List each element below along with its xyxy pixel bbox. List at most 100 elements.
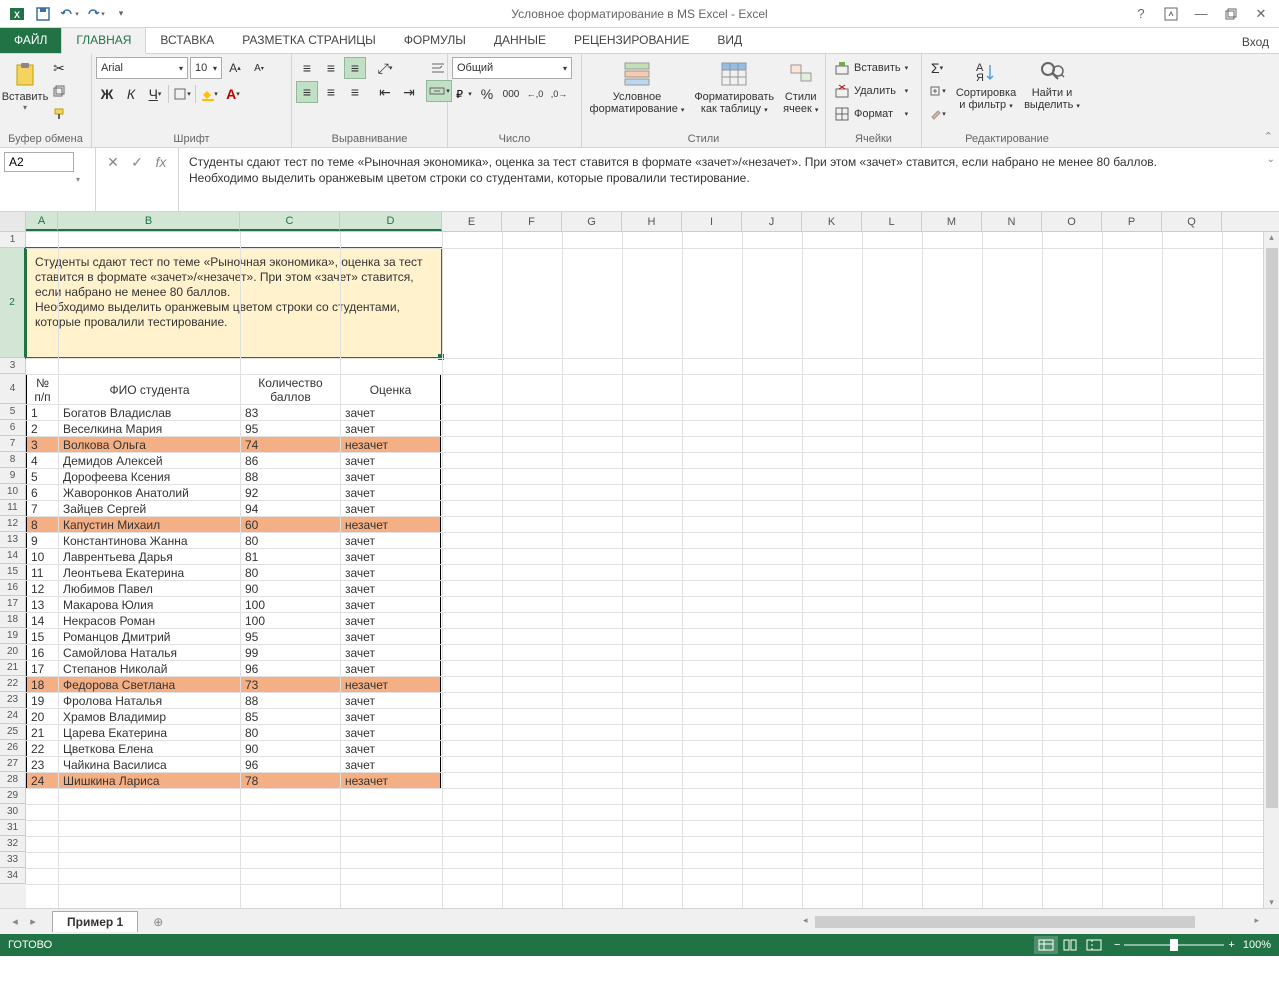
horizontal-scrollbar[interactable]: ◂ ▸ (801, 914, 1261, 930)
sort-filter-button[interactable]: AЯ Сортировка и фильтр ▾ (954, 57, 1018, 113)
zoom-thumb[interactable] (1170, 939, 1178, 951)
page-break-view-icon[interactable] (1082, 936, 1106, 954)
row-header[interactable]: 5 (0, 404, 26, 420)
zoom-level[interactable]: 100% (1243, 939, 1271, 951)
row-header[interactable]: 25 (0, 724, 26, 740)
row-header[interactable]: 16 (0, 580, 26, 596)
row-header[interactable]: 28 (0, 772, 26, 788)
table-row[interactable]: 1Богатов Владислав83зачет (27, 405, 441, 421)
collapse-ribbon-icon[interactable]: ⌃ (1264, 130, 1273, 143)
table-row[interactable]: 7Зайцев Сергей94зачет (27, 501, 441, 517)
accounting-icon[interactable]: ₽▾ (452, 83, 474, 105)
column-header[interactable]: D (340, 212, 442, 231)
tab-pagelayout[interactable]: РАЗМЕТКА СТРАНИЦЫ (228, 28, 390, 53)
row-header[interactable]: 20 (0, 644, 26, 660)
clear-icon[interactable]: ▾ (926, 103, 948, 125)
vertical-scrollbar[interactable]: ▴ ▾ (1263, 232, 1279, 908)
copy-icon[interactable] (48, 80, 70, 102)
row-header[interactable]: 30 (0, 804, 26, 820)
row-header[interactable]: 23 (0, 692, 26, 708)
table-row[interactable]: 24Шишкина Лариса78незачет (27, 773, 441, 789)
column-header[interactable]: F (502, 212, 562, 231)
format-painter-icon[interactable] (48, 103, 70, 125)
sheet-nav-next-icon[interactable]: ▸ (24, 912, 42, 932)
column-header[interactable]: P (1102, 212, 1162, 231)
thousands-icon[interactable]: 000 (500, 83, 522, 105)
signin-link[interactable]: Вход (1232, 31, 1279, 53)
table-row[interactable]: 18Федорова Светлана73незачет (27, 677, 441, 693)
row-header[interactable]: 24 (0, 708, 26, 724)
qat-customize-icon[interactable]: ▾ (110, 3, 132, 25)
format-as-table-button[interactable]: Форматировать как таблицу ▾ (690, 57, 779, 117)
row-header[interactable]: 22 (0, 676, 26, 692)
row-header[interactable]: 29 (0, 788, 26, 804)
excel-icon[interactable]: X (6, 3, 28, 25)
table-row[interactable]: 10Лаврентьева Дарья81зачет (27, 549, 441, 565)
column-header[interactable]: K (802, 212, 862, 231)
formula-bar-expand-icon[interactable]: ⌄ (1267, 152, 1275, 168)
table-row[interactable]: 5Дорофеева Ксения88зачет (27, 469, 441, 485)
row-header[interactable]: 27 (0, 756, 26, 772)
name-box-input[interactable] (4, 152, 74, 172)
page-layout-view-icon[interactable] (1058, 936, 1082, 954)
vertical-scrollbar-thumb[interactable] (1266, 248, 1278, 808)
table-row[interactable]: 17Степанов Николай96зачет (27, 661, 441, 677)
align-right-icon[interactable]: ≡ (344, 81, 366, 103)
row-header[interactable]: 9 (0, 468, 26, 484)
formula-content[interactable]: Студенты сдают тест по теме «Рыночная эк… (179, 148, 1279, 211)
row-header[interactable]: 26 (0, 740, 26, 756)
cells-area[interactable]: Студенты сдают тест по теме «Рыночная эк… (26, 232, 1279, 908)
row-header[interactable]: 10 (0, 484, 26, 500)
row-header[interactable]: 8 (0, 452, 26, 468)
cut-icon[interactable]: ✂ (48, 57, 70, 79)
align-center-icon[interactable]: ≡ (320, 81, 342, 103)
close-icon[interactable]: ✕ (1247, 3, 1275, 25)
task-description-cell[interactable]: Студенты сдают тест по теме «Рыночная эк… (26, 248, 442, 358)
row-header[interactable]: 32 (0, 836, 26, 852)
paste-button[interactable]: Вставить ▾ (4, 57, 46, 127)
sheet-nav-prev-icon[interactable]: ◂ (6, 912, 24, 932)
row-header[interactable]: 17 (0, 596, 26, 612)
row-header[interactable]: 21 (0, 660, 26, 676)
row-header[interactable]: 1 (0, 232, 26, 248)
align-middle-icon[interactable]: ≡ (320, 57, 342, 79)
autosum-icon[interactable]: Σ▾ (926, 57, 948, 79)
increase-font-icon[interactable]: A▴ (224, 57, 246, 79)
column-header[interactable]: Q (1162, 212, 1222, 231)
table-row[interactable]: 11Леонтьева Екатерина80зачет (27, 565, 441, 581)
row-header[interactable]: 3 (0, 358, 26, 374)
column-header[interactable]: I (682, 212, 742, 231)
column-header[interactable]: C (240, 212, 340, 231)
row-header[interactable]: 6 (0, 420, 26, 436)
insert-function-icon[interactable]: fx (150, 152, 172, 172)
tab-file[interactable]: ФАЙЛ (0, 28, 61, 53)
zoom-in-icon[interactable]: + (1228, 939, 1234, 951)
format-cells-button[interactable]: Формат ▾ (830, 103, 912, 125)
table-row[interactable]: 8Капустин Михаил60незачет (27, 517, 441, 533)
find-select-button[interactable]: Найти и выделить ▾ (1020, 57, 1084, 113)
normal-view-icon[interactable] (1034, 936, 1058, 954)
row-header[interactable]: 15 (0, 564, 26, 580)
tab-insert[interactable]: ВСТАВКА (146, 28, 228, 53)
table-row[interactable]: 15Романцов Дмитрий95зачет (27, 629, 441, 645)
row-header[interactable]: 33 (0, 852, 26, 868)
column-header[interactable]: E (442, 212, 502, 231)
redo-icon[interactable]: ▾ (84, 3, 106, 25)
align-left-icon[interactable]: ≡ (296, 81, 318, 103)
row-header[interactable]: 13 (0, 532, 26, 548)
table-row[interactable]: 9Константинова Жанна80зачет (27, 533, 441, 549)
percent-icon[interactable]: % (476, 83, 498, 105)
number-format-combo[interactable]: Общий▾ (452, 57, 572, 79)
font-name-combo[interactable]: Arial▾ (96, 57, 188, 79)
borders-icon[interactable]: ▾ (171, 83, 193, 105)
column-header[interactable]: M (922, 212, 982, 231)
column-header[interactable]: L (862, 212, 922, 231)
table-row[interactable]: 16Самойлова Наталья99зачет (27, 645, 441, 661)
row-header[interactable]: 11 (0, 500, 26, 516)
table-row[interactable]: 13Макарова Юлия100зачет (27, 597, 441, 613)
name-box-dropdown-icon[interactable]: ▾ (76, 175, 80, 184)
decrease-decimal-icon[interactable]: ,0→ (548, 83, 570, 105)
column-header[interactable]: J (742, 212, 802, 231)
delete-cells-button[interactable]: Удалить ▾ (830, 80, 912, 102)
row-header[interactable]: 31 (0, 820, 26, 836)
